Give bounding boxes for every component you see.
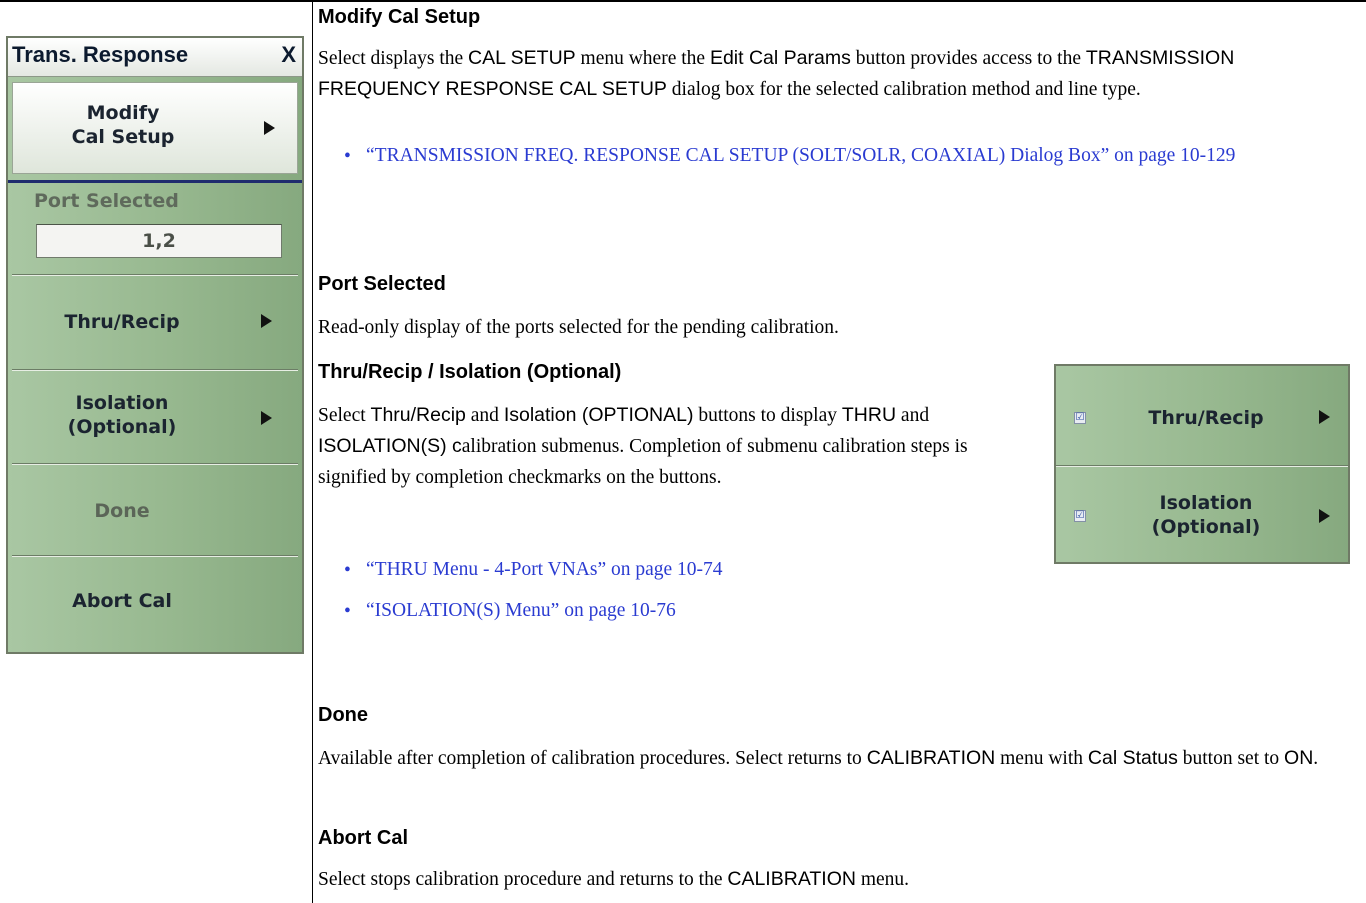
- isolation-label-line2: (Optional): [67, 416, 177, 438]
- modify-cal-setup-button[interactable]: Modify Cal Setup: [12, 82, 298, 174]
- abort-cal-button[interactable]: Abort Cal: [12, 557, 298, 649]
- thru-recip-button-checked: ☑ Thru/Recip: [1056, 366, 1348, 464]
- heading-done: Done: [318, 704, 368, 726]
- thru-recip-label: Thru/Recip: [1148, 407, 1264, 429]
- port-selected-field: 1,2: [36, 224, 282, 258]
- checkmark-icon: ☑: [1074, 412, 1086, 424]
- abort-cal-label: Abort Cal: [72, 590, 172, 612]
- done-description: Available after completion of calibratio…: [318, 747, 1319, 769]
- port-selected-description: Read-only display of the ports selected …: [318, 317, 839, 338]
- menu-title-bar: Trans. Response X: [8, 38, 302, 77]
- thru-isolation-description: Select Thru/Recip and Isolation (OPTIONA…: [318, 404, 968, 488]
- heading-port-selected: Port Selected: [318, 273, 446, 295]
- bullet: •: [344, 601, 351, 622]
- submenu-arrow-icon: [1319, 509, 1330, 523]
- column-divider: [312, 0, 313, 903]
- isolation-optional-button[interactable]: Isolation (Optional): [12, 371, 298, 463]
- top-rule: [0, 0, 1366, 2]
- isolation-button-checked: ☑ Isolation (Optional): [1056, 467, 1348, 562]
- submenu-arrow-icon: [261, 314, 272, 328]
- bullet: •: [344, 560, 351, 581]
- modify-label-line1: Modify: [86, 102, 160, 124]
- thru-recip-button[interactable]: Thru/Recip: [12, 276, 298, 369]
- heading-modify-cal-setup: Modify Cal Setup: [318, 6, 481, 28]
- isolation-menu-link[interactable]: “ISOLATION(S) Menu” on page 10-76: [366, 595, 1026, 626]
- modify-cal-setup-description: Select displays the CAL SETUP menu where…: [318, 47, 1235, 100]
- bullet: •: [344, 146, 351, 167]
- done-button[interactable]: Done: [12, 465, 298, 555]
- heading-abort-cal: Abort Cal: [318, 827, 408, 849]
- menu-title: Trans. Response: [12, 42, 189, 67]
- checkmark-icon: ☑: [1074, 510, 1086, 522]
- port-selected-label: Port Selected: [34, 190, 179, 212]
- menu-separator: [8, 180, 302, 183]
- modify-label-line2: Cal Setup: [71, 126, 175, 148]
- trans-response-menu: Trans. Response X Modify Cal Setup Port …: [6, 36, 304, 654]
- checkmark-buttons-figure: ☑ Thru/Recip ☑ Isolation (Optional): [1054, 364, 1350, 564]
- isolation-label-line1: Isolation: [1159, 492, 1253, 514]
- heading-thru-isolation: Thru/Recip / Isolation (Optional): [318, 361, 622, 383]
- thru-recip-label: Thru/Recip: [64, 311, 180, 333]
- done-label: Done: [94, 500, 150, 522]
- isolation-label-line2: (Optional): [1151, 516, 1261, 538]
- thru-menu-link[interactable]: “THRU Menu - 4-Port VNAs” on page 10-74: [366, 554, 1026, 585]
- isolation-label-line1: Isolation: [75, 392, 169, 414]
- abort-cal-description: Select stops calibration procedure and r…: [318, 868, 910, 890]
- submenu-arrow-icon: [261, 411, 272, 425]
- submenu-arrow-icon: [1319, 410, 1330, 424]
- modify-cal-setup-link[interactable]: “TRANSMISSION FREQ. RESPONSE CAL SETUP (…: [366, 140, 1356, 171]
- submenu-arrow-icon: [264, 121, 275, 135]
- close-button[interactable]: X: [281, 42, 296, 68]
